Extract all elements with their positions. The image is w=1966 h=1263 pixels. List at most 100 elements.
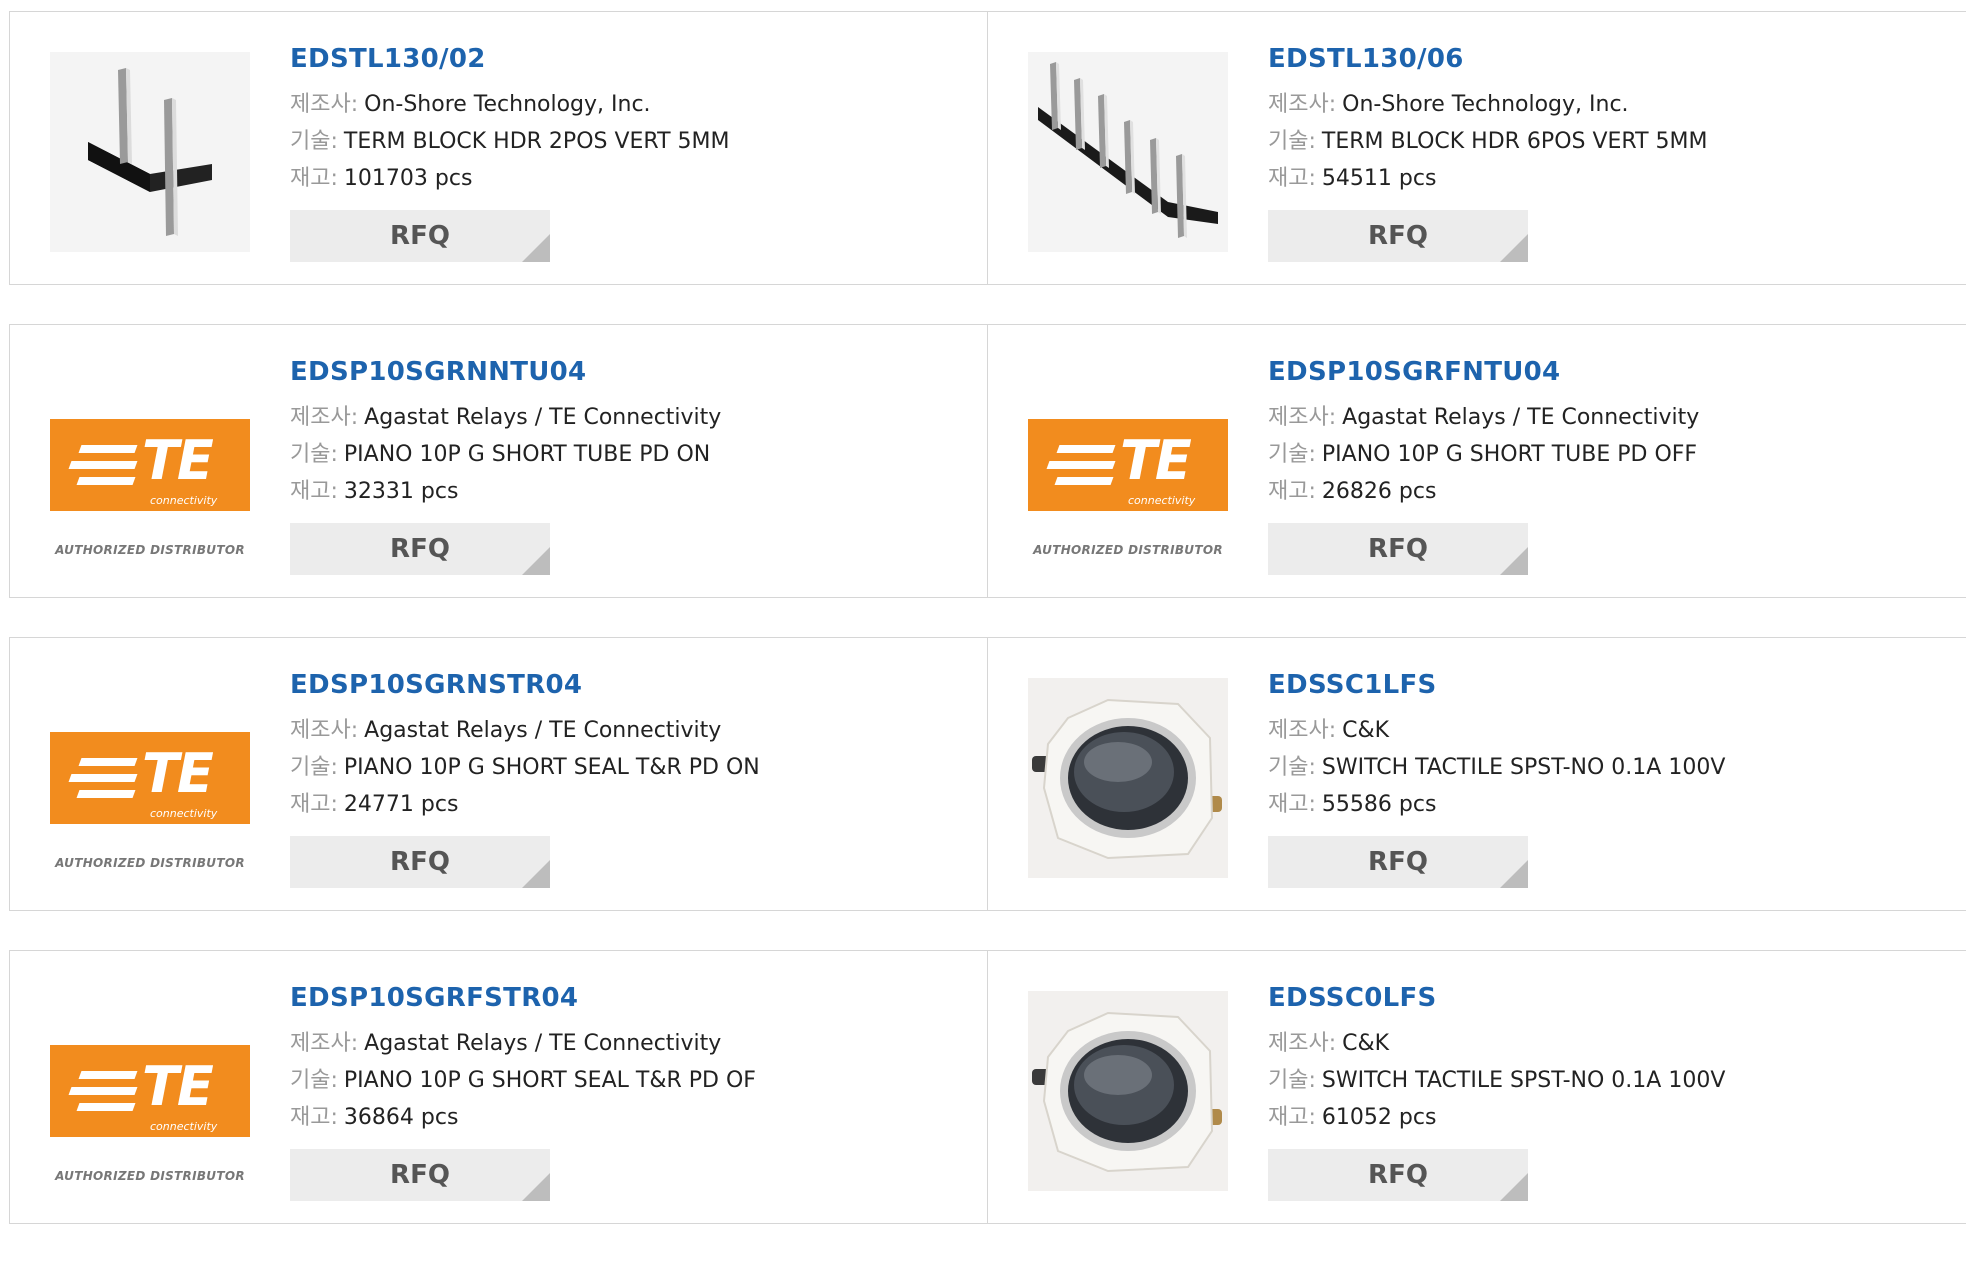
corner-triangle-icon [522,547,550,575]
stock-value: 32331 pcs [343,479,459,504]
product-card: TE connectivity AUTHORIZED DISTRIBUTOR E… [9,637,989,911]
authorized-distributor-text: AUTHORIZED DISTRIBUTOR [55,543,245,557]
description-value: TERM BLOCK HDR 6POS VERT 5MM [1321,129,1708,154]
stock-label: 재고: [290,1105,338,1130]
stock-value: 54511 pcs [1321,166,1437,191]
description-label: 기술: [1268,442,1316,467]
rfq-button[interactable]: RFQ [1268,523,1528,575]
description-line: 기술: TERM BLOCK HDR 6POS VERT 5MM [1268,123,1946,160]
product-card: TE connectivity AUTHORIZED DISTRIBUTOR E… [9,324,989,598]
part-number-link[interactable]: EDSP10SGRNSTR04 [290,668,968,702]
part-number-link[interactable]: EDSP10SGRFNTU04 [1268,355,1946,389]
manufacturer-value: On-Shore Technology, Inc. [364,92,651,117]
te-logo-tagline: connectivity [1128,494,1196,507]
manufacturer-line: 제조사: Agastat Relays / TE Connectivity [290,712,968,749]
stock-line: 재고: 36864 pcs [290,1099,968,1136]
description-line: 기술: PIANO 10P G SHORT TUBE PD ON [290,436,968,473]
product-row: TE connectivity AUTHORIZED DISTRIBUTOR E… [9,324,1966,598]
te-logo-box: TE connectivity [50,419,250,511]
part-number-link[interactable]: EDSSC1LFS [1268,668,1946,702]
manufacturer-line: 제조사: Agastat Relays / TE Connectivity [290,399,968,436]
part-number-link[interactable]: EDSTL130/06 [1268,42,1946,76]
rfq-button-label: RFQ [390,221,450,251]
te-logo[interactable]: TE connectivity AUTHORIZED DISTRIBUTOR [1028,365,1228,565]
authorized-distributor-text: AUTHORIZED DISTRIBUTOR [55,856,245,870]
te-logo-tagline: connectivity [150,494,218,507]
part-number-link[interactable]: EDSSC0LFS [1268,981,1946,1015]
te-logo-letters: TE [142,742,214,805]
manufacturer-label: 제조사: [290,92,359,117]
rfq-button-label: RFQ [1368,221,1428,251]
product-card: EDSTL130/02 제조사: On-Shore Technology, Inc… [9,11,989,285]
part-number-link[interactable]: EDSP10SGRNNTU04 [290,355,968,389]
stock-label: 재고: [1268,1105,1316,1130]
te-logo[interactable]: TE connectivity AUTHORIZED DISTRIBUTOR [50,365,250,565]
description-value: SWITCH TACTILE SPST-NO 0.1A 100V [1321,1068,1726,1093]
te-logo[interactable]: TE connectivity AUTHORIZED DISTRIBUTOR [50,991,250,1191]
rfq-button[interactable]: RFQ [1268,1149,1528,1201]
description-line: 기술: TERM BLOCK HDR 2POS VERT 5MM [290,123,968,160]
manufacturer-line: 제조사: Agastat Relays / TE Connectivity [290,1025,968,1062]
rfq-button[interactable]: RFQ [290,1149,550,1201]
stock-line: 재고: 101703 pcs [290,160,968,197]
rfq-button-label: RFQ [390,847,450,877]
description-value: TERM BLOCK HDR 2POS VERT 5MM [343,129,730,154]
te-logo[interactable]: TE connectivity AUTHORIZED DISTRIBUTOR [50,678,250,878]
manufacturer-value: C&K [1342,718,1390,743]
manufacturer-label: 제조사: [290,405,359,430]
rfq-button[interactable]: RFQ [290,523,550,575]
part-number-link[interactable]: EDSP10SGRFSTR04 [290,981,968,1015]
rfq-button[interactable]: RFQ [1268,210,1528,262]
description-label: 기술: [290,1068,338,1093]
product-card: EDSSC1LFS 제조사: C&K 기술: SWITCH TACTILE SPST… [987,637,1966,911]
header-6pin-icon[interactable] [1028,52,1228,252]
manufacturer-value: Agastat Relays / TE Connectivity [364,1031,722,1056]
te-logo-letters: TE [1120,429,1192,492]
rfq-button[interactable]: RFQ [290,210,550,262]
stock-label: 재고: [290,479,338,504]
manufacturer-label: 제조사: [1268,718,1337,743]
rfq-button-label: RFQ [1368,847,1428,877]
te-connectivity-logo: TE connectivity AUTHORIZED DISTRIBUTOR [1028,419,1228,557]
manufacturer-line: 제조사: On-Shore Technology, Inc. [1268,86,1946,123]
description-label: 기술: [1268,755,1316,780]
description-line: 기술: PIANO 10P G SHORT SEAL T&R PD ON [290,749,968,786]
product-card: TE connectivity AUTHORIZED DISTRIBUTOR E… [987,324,1966,598]
te-logo-box: TE connectivity [1028,419,1228,511]
te-logo-box: TE connectivity [50,1045,250,1137]
rfq-button-label: RFQ [1368,534,1428,564]
rfq-button-label: RFQ [390,1160,450,1190]
stock-line: 재고: 24771 pcs [290,786,968,823]
description-value: PIANO 10P G SHORT TUBE PD OFF [1321,442,1698,467]
manufacturer-value: C&K [1342,1031,1390,1056]
description-label: 기술: [290,442,338,467]
manufacturer-line: 제조사: On-Shore Technology, Inc. [290,86,968,123]
authorized-distributor-text: AUTHORIZED DISTRIBUTOR [1033,543,1223,557]
product-card: TE connectivity AUTHORIZED DISTRIBUTOR E… [9,950,989,1224]
manufacturer-label: 제조사: [1268,92,1337,117]
stock-label: 재고: [290,792,338,817]
manufacturer-line: 제조사: C&K [1268,1025,1946,1062]
product-card: EDSSC0LFS 제조사: C&K 기술: SWITCH TACTILE SPST… [987,950,1966,1224]
tactile-switch-icon[interactable] [1028,678,1228,878]
te-logo-tagline: connectivity [150,1120,218,1133]
description-line: 기술: SWITCH TACTILE SPST-NO 0.1A 100V [1268,749,1946,786]
stock-value: 36864 pcs [343,1105,459,1130]
header-2pin-icon[interactable] [50,52,250,252]
manufacturer-label: 제조사: [1268,1031,1337,1056]
te-logo-letters: TE [142,429,214,492]
stock-line: 재고: 32331 pcs [290,473,968,510]
product-row: TE connectivity AUTHORIZED DISTRIBUTOR E… [9,950,1966,1224]
corner-triangle-icon [522,234,550,262]
rfq-button-label: RFQ [390,534,450,564]
rfq-button[interactable]: RFQ [290,836,550,888]
tactile-switch-icon[interactable] [1028,991,1228,1191]
rfq-button[interactable]: RFQ [1268,836,1528,888]
stock-value: 55586 pcs [1321,792,1437,817]
manufacturer-value: On-Shore Technology, Inc. [1342,92,1629,117]
corner-triangle-icon [1500,1173,1528,1201]
description-label: 기술: [1268,129,1316,154]
part-number-link[interactable]: EDSTL130/02 [290,42,968,76]
authorized-distributor-text: AUTHORIZED DISTRIBUTOR [55,1169,245,1183]
corner-triangle-icon [1500,547,1528,575]
